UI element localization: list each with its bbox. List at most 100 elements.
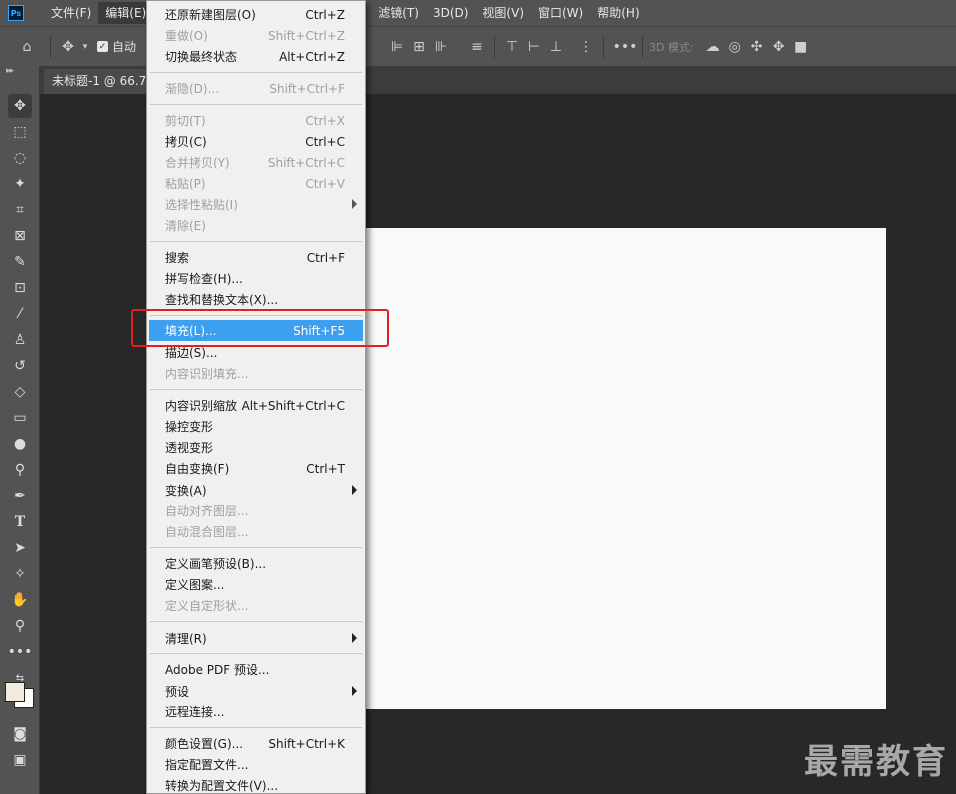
menu-cut[interactable]: 剪切(T) Ctrl+X [149,110,363,131]
hand-tool[interactable]: ✋ [8,588,32,612]
3d-roll-icon[interactable]: ◎ [724,36,746,58]
align-top-icon[interactable]: ⊤ [501,36,523,58]
menu-item-label: 指定配置文件... [165,758,249,772]
menu-file[interactable]: 文件(F) [44,2,98,24]
distribute-vertical-icon[interactable]: ⋮ [575,36,597,58]
move-tool[interactable]: ✥ [8,94,32,118]
frame-tool[interactable]: ⊠ [8,224,32,248]
move-tool-icon[interactable]: ✥ [57,36,79,58]
menu-convert-to-profile[interactable]: 转换为配置文件(V)... [149,775,363,794]
panel-grip-icon[interactable]: ▸▸ [6,66,14,76]
menu-item-shortcut: Ctrl+X [305,113,345,128]
menu-separator [150,547,362,548]
menu-copy-merged[interactable]: 合并拷贝(Y) Shift+Ctrl+C [149,152,363,173]
menu-define-pattern[interactable]: 定义图案... [149,574,363,595]
menu-clear[interactable]: 清除(E) [149,215,363,236]
menu-transform[interactable]: 变换(A) [149,480,363,501]
3d-orbit-icon[interactable]: ☁ [702,36,724,58]
quick-mask-icon[interactable]: ◙ [8,722,32,746]
blur-tool[interactable]: ● [8,432,32,456]
menu-separator [150,72,362,73]
shape-tool[interactable]: ✧ [8,562,32,586]
menu-help[interactable]: 帮助(H) [590,2,646,24]
menu-define-custom-shape[interactable]: 定义自定形状... [149,595,363,616]
magic-wand-tool[interactable]: ✦ [8,172,32,196]
menu-remote-connections[interactable]: 远程连接... [149,701,363,722]
chevron-down-icon[interactable]: ▾ [79,36,91,58]
menu-check-spelling[interactable]: 拼写检查(H)... [149,268,363,289]
auto-select-checkbox[interactable]: ✓ [97,41,108,52]
menu-filter[interactable]: 滤镜(T) [371,2,426,24]
align-left-icon[interactable]: ⊫ [386,36,408,58]
menu-toggle-last-state[interactable]: 切换最终状态 Alt+Ctrl+Z [149,46,363,67]
marquee-tool[interactable]: ⬚ [8,120,32,144]
menu-item-label: 拼写检查(H)... [165,272,243,286]
clone-stamp-tool[interactable]: ♙ [8,328,32,352]
align-right-icon[interactable]: ⊪ [430,36,452,58]
options-bar: ⌂ ✥ ▾ ✓ 自动 ⊫ ⊞ ⊪ ≡ ⊤ ⊢ ⊥ ⋮ ••• 3D 模式: ☁ … [0,26,956,66]
menu-edit[interactable]: 编辑(E) [98,2,154,24]
menu-assign-profile[interactable]: 指定配置文件... [149,754,363,775]
lasso-tool[interactable]: ◌ [8,146,32,170]
eraser-tool[interactable]: ◇ [8,380,32,404]
menu-copy[interactable]: 拷贝(C) Ctrl+C [149,131,363,152]
align-center-icon[interactable]: ⊞ [408,36,430,58]
brush-tool[interactable]: ⁄ [8,302,32,326]
menu-item-label: 还原新建图层(O) [165,8,256,22]
screen-mode-icon[interactable]: ▣ [8,748,32,772]
more-options-icon[interactable]: ••• [613,36,638,58]
document-canvas[interactable] [365,228,886,709]
menu-item-label: 拷贝(C) [165,135,207,149]
document-tab[interactable]: 未标题-1 @ 66.7% [44,69,154,94]
menu-color-settings[interactable]: 颜色设置(G)... Shift+Ctrl+K [149,733,363,754]
menu-auto-blend-layers[interactable]: 自动混合图层... [149,521,363,542]
gradient-tool[interactable]: ▭ [8,406,32,430]
menu-presets[interactable]: 预设 [149,681,363,702]
watermark: 最需教育 [804,742,948,782]
menu-redo[interactable]: 重做(O) Shift+Ctrl+Z [149,25,363,46]
3d-pan-icon[interactable]: ✣ [746,36,768,58]
menu-item-shortcut: Alt+Ctrl+Z [279,49,345,64]
3d-slide-icon[interactable]: ✥ [768,36,790,58]
3d-scale-icon[interactable]: ■ [790,36,812,58]
menu-content-aware-scale[interactable]: 内容识别缩放 Alt+Shift+Ctrl+C [149,395,363,416]
eyedropper-tool[interactable]: ✎ [8,250,32,274]
menu-puppet-warp[interactable]: 操控变形 [149,416,363,437]
menu-purge[interactable]: 清理(R) [149,628,363,649]
menu-separator [150,389,362,390]
menu-paste[interactable]: 粘贴(P) Ctrl+V [149,173,363,194]
healing-brush-tool[interactable]: ⊡ [8,276,32,300]
menu-find-replace[interactable]: 查找和替换文本(X)... [149,289,363,310]
menu-define-brush-preset[interactable]: 定义画笔预设(B)... [149,553,363,574]
menu-window[interactable]: 窗口(W) [531,2,590,24]
menu-adobe-pdf-presets[interactable]: Adobe PDF 预设... [149,659,363,680]
distribute-icon[interactable]: ≡ [466,36,488,58]
menu-item-label: 重做(O) [165,29,208,43]
more-tools-icon[interactable]: ••• [8,640,33,664]
foreground-color-swatch[interactable] [5,682,25,702]
menu-content-aware-fill[interactable]: 内容识别填充... [149,363,363,384]
menu-view[interactable]: 视图(V) [475,2,531,24]
zoom-tool[interactable]: ⚲ [8,614,32,638]
path-selection-tool[interactable]: ➤ [8,536,32,560]
menu-item-label: 选择性粘贴(I) [165,198,238,212]
menu-3d[interactable]: 3D(D) [426,2,475,24]
3d-mode-label: 3D 模式: [649,41,694,54]
menu-fade[interactable]: 渐隐(D)... Shift+Ctrl+F [149,78,363,99]
menu-item-label: 定义自定形状... [165,599,249,613]
align-middle-icon[interactable]: ⊢ [523,36,545,58]
menu-bar: Ps 文件(F) 编辑(E) 滤镜(T) 3D(D) 视图(V) 窗口(W) 帮… [0,0,956,26]
align-bottom-icon[interactable]: ⊥ [545,36,567,58]
type-tool[interactable]: T [8,510,32,534]
history-brush-tool[interactable]: ↺ [8,354,32,378]
dodge-tool[interactable]: ⚲ [8,458,32,482]
menu-paste-special[interactable]: 选择性粘贴(I) [149,194,363,215]
pen-tool[interactable]: ✒ [8,484,32,508]
crop-tool[interactable]: ⌗ [8,198,32,222]
menu-auto-align-layers[interactable]: 自动对齐图层... [149,500,363,521]
menu-perspective-warp[interactable]: 透视变形 [149,437,363,458]
home-icon[interactable]: ⌂ [16,36,38,58]
menu-undo[interactable]: 还原新建图层(O) Ctrl+Z [149,4,363,25]
menu-free-transform[interactable]: 自由变换(F) Ctrl+T [149,458,363,479]
menu-search[interactable]: 搜索 Ctrl+F [149,247,363,268]
